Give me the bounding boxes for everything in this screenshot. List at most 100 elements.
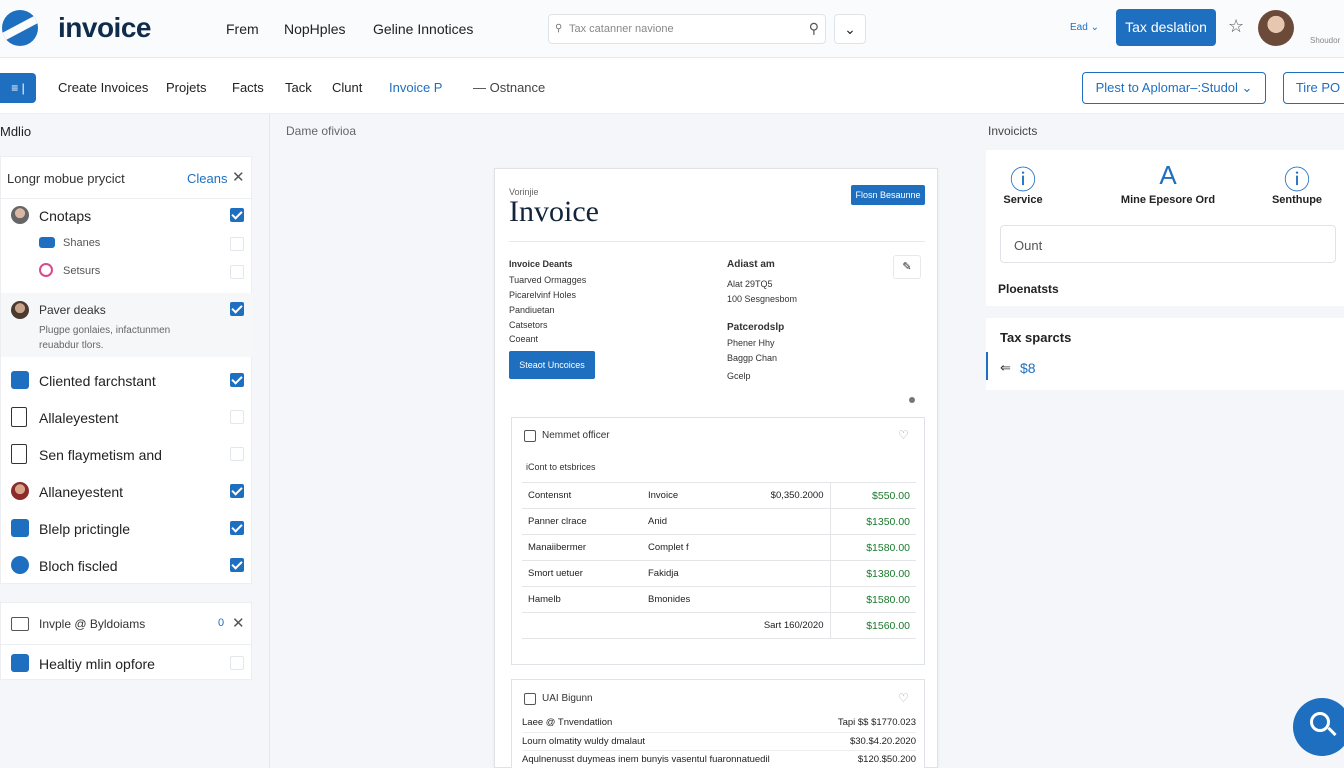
back-arrow-icon[interactable]: ⇐ — [1000, 360, 1011, 376]
cleans-link[interactable]: Cleans — [187, 171, 227, 186]
checkbox[interactable] — [230, 373, 244, 387]
checkbox[interactable] — [230, 521, 244, 535]
topnav-item-frem[interactable]: Frem — [226, 21, 259, 37]
table-row[interactable]: Manaiibermer Complet f $1580.00 — [522, 534, 916, 561]
list-item[interactable]: Cnotaps — [1, 199, 253, 229]
table-row[interactable]: Smort uetuer Fakidja $1380.00 — [522, 560, 916, 587]
address-line: 100 Sesgnesbom — [727, 294, 798, 304]
search-box[interactable]: ⚲ Tax catanner navione ⚲ — [548, 14, 826, 44]
tax-card-title: Tax sparcts — [1000, 330, 1072, 345]
edit-icon[interactable]: ✎ — [893, 255, 921, 279]
table-row[interactable]: Contensnt Invoice $0,350.2000 $550.00 — [522, 482, 916, 509]
left-panel-title: Mdlio — [0, 124, 32, 139]
line-items-section: Nemmet officer ♡ iCont to etsbrices Cont… — [511, 417, 925, 665]
section-subtitle: iCont to etsbrices — [526, 462, 596, 472]
service-label: Senthupe — [1271, 194, 1323, 206]
close-icon[interactable]: ✕ — [232, 614, 245, 632]
panel-divider — [269, 114, 270, 768]
subnav-facts[interactable]: Facts — [232, 80, 264, 95]
service-tile[interactable]: ⓘ Senthupe — [1266, 160, 1328, 206]
secondary-action-button[interactable]: Tire PO — [1283, 72, 1344, 104]
list-item[interactable]: Sen flaymetism and — [1, 437, 253, 471]
star-icon[interactable]: ☆ — [1228, 16, 1244, 37]
search-fab-button[interactable] — [1293, 698, 1344, 756]
subnav-tail-text: — Ostnance — [473, 80, 546, 95]
subnav-tack[interactable]: Tack — [285, 80, 312, 95]
heart-icon[interactable]: ♡ — [898, 428, 909, 442]
address-line: Alat 29TQ5 — [727, 279, 773, 289]
checkbox[interactable] — [230, 484, 244, 498]
right-panel-title: Invoicicts — [988, 124, 1038, 138]
service-tile[interactable]: A Mine Epesore Ord — [1108, 160, 1228, 206]
table-row[interactable]: Lourn olmatity wuldy dmalaut $30.$4.20.2… — [522, 732, 916, 751]
menu-icon[interactable]: ≡ | — [0, 73, 36, 103]
details-button[interactable]: Steaot Uncoices — [509, 351, 595, 379]
section-checkbox[interactable] — [524, 693, 536, 705]
count-badge: 0 — [218, 617, 225, 629]
topnav-item-nophples[interactable]: NopHples — [284, 21, 345, 37]
subnav-projets[interactable]: Projets — [166, 80, 206, 95]
checkbox[interactable] — [230, 265, 244, 279]
list-item[interactable]: Allaneyestent — [1, 474, 253, 508]
list-item[interactable]: Shanes — [1, 229, 253, 257]
breadcrumb[interactable]: Dame ofivioa — [286, 124, 356, 138]
payment-line: Gcelp — [727, 371, 751, 381]
card-header: Longr mobue prycict Cleans ✕ — [1, 157, 251, 199]
tax-table: Laee @ Tnvendatlion Tapi $$ $1770.023 Lo… — [522, 714, 916, 768]
checkbox[interactable] — [230, 208, 244, 222]
list-item-label: Allaneyestent — [39, 484, 124, 500]
invoice-title: Invoice — [509, 195, 599, 228]
address-heading: Adiast am — [727, 259, 775, 270]
checkbox[interactable] — [230, 656, 244, 670]
left-card-main: Longr mobue prycict Cleans ✕ Cnotaps Sha… — [0, 156, 253, 584]
info-icon: ⓘ — [1009, 165, 1036, 195]
checkbox[interactable] — [230, 558, 244, 572]
heart-icon[interactable]: ♡ — [898, 691, 909, 705]
section-checkbox[interactable] — [524, 430, 536, 442]
list-item[interactable]: Cliented farchstant — [1, 363, 253, 397]
invoice-document: Vorinjie Invoice Flosn Besaunne Invoice … — [494, 168, 938, 768]
list-item[interactable]: Healtiy mlin opfore — [1, 647, 253, 679]
list-item[interactable]: Setsurs — [1, 257, 253, 285]
close-icon[interactable]: ✕ — [232, 168, 245, 186]
tax-value: $8 — [1020, 360, 1036, 376]
service-label: Mine Epesore Ord — [1120, 194, 1216, 206]
topnav-item-innotices[interactable]: Geline Innotices — [373, 21, 473, 37]
search-submit-icon[interactable]: ⚲ — [809, 20, 819, 37]
table-row[interactable]: Panner clrace Anid $1350.00 — [522, 508, 916, 535]
table-row-total[interactable]: Sart 160/2020 $1560.00 — [522, 612, 916, 639]
app-icon — [11, 654, 29, 672]
checkbox[interactable] — [230, 447, 244, 461]
subnav-invoice-active[interactable]: Invoice P — [389, 80, 442, 95]
list-item-label: Allaleyestent — [39, 410, 119, 426]
app-logo[interactable]: invoice — [2, 10, 151, 46]
table-row[interactable]: Hamelb Bmonides $1580.00 — [522, 586, 916, 613]
tax-declaration-button[interactable]: Tax deslation — [1116, 9, 1216, 46]
list-item[interactable]: Blelp prictingle — [1, 511, 253, 545]
primary-action-button[interactable]: Plest to Aplomar–:Studol ⌄ — [1082, 72, 1266, 104]
list-item[interactable]: Allaleyestent — [1, 400, 253, 434]
list-item[interactable]: Paver deaks Plugpe gonlaies, infactunmen… — [1, 293, 253, 357]
logo-icon — [2, 10, 38, 46]
language-select[interactable]: Ead ⌄ — [1070, 22, 1099, 33]
table-row[interactable]: Aqulnenusst duymeas inem bunyis vasentul… — [522, 750, 916, 768]
subnav-create-invoices[interactable]: Create Invoices — [58, 80, 148, 95]
payment-line: Phener Hhy — [727, 338, 775, 348]
list-item[interactable]: Bloch fiscled — [1, 548, 253, 582]
user-avatar[interactable] — [1258, 10, 1294, 46]
checkbox[interactable] — [230, 237, 244, 251]
chevron-down-icon[interactable]: ⌄ — [834, 14, 866, 44]
subnav-clunt[interactable]: Clunt — [332, 80, 362, 95]
person-avatar-icon — [11, 301, 29, 319]
service-tile[interactable]: ⓘ Service — [998, 160, 1048, 206]
list-item-label: Shanes — [63, 237, 101, 249]
list-item-label: Healtiy mlin opfore — [39, 656, 155, 672]
doc-top-button[interactable]: Flosn Besaunne — [851, 185, 925, 205]
checkbox[interactable] — [230, 302, 244, 316]
list-item-label: Cnotaps — [39, 208, 92, 224]
checkbox[interactable] — [230, 410, 244, 424]
table-row[interactable]: Laee @ Tnvendatlion Tapi $$ $1770.023 — [522, 714, 916, 733]
list-item-label: Setsurs — [63, 265, 101, 277]
detail-line: Picarelvinf Holes — [509, 290, 577, 300]
search-input[interactable]: Ount — [1000, 225, 1336, 263]
